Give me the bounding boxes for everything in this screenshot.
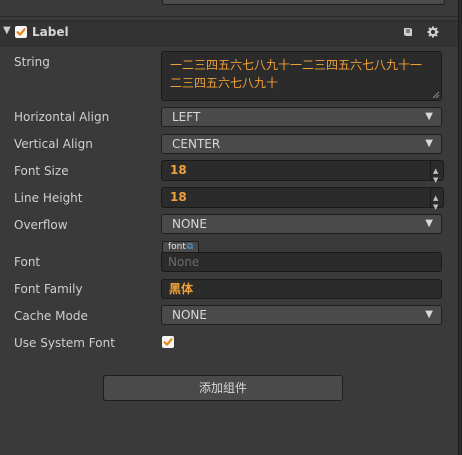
section-divider: [0, 16, 458, 17]
previous-component-field: [162, 0, 445, 5]
cache-mode-label: Cache Mode: [14, 309, 88, 323]
string-textarea[interactable]: 一二三四五六七八九十一二三四五六七八九十一二三四五六七八九十: [161, 51, 442, 101]
resize-grip-icon[interactable]: [432, 91, 440, 99]
scrollbar-track[interactable]: [458, 0, 462, 455]
font-family-value: 黑体: [169, 282, 194, 296]
line-height-input[interactable]: 18 ▲ ▼: [161, 187, 444, 211]
font-size-stepper[interactable]: ▲ ▼: [430, 161, 443, 184]
font-label: Font: [14, 255, 41, 269]
use-system-font-checkbox[interactable]: [162, 336, 174, 348]
vertical-align-label: Vertical Align: [14, 137, 93, 151]
font-asset-type: font: [168, 242, 186, 252]
component-title: Label: [32, 25, 69, 39]
overflow-label: Overflow: [14, 218, 68, 232]
overflow-value: NONE: [172, 217, 207, 231]
string-label: String: [14, 55, 50, 69]
overflow-select[interactable]: NONE ▼: [161, 214, 442, 234]
font-asset-value: None: [168, 255, 200, 269]
line-height-value: 18: [170, 190, 187, 204]
line-height-stepper[interactable]: ▲ ▼: [430, 188, 443, 211]
cache-mode-select[interactable]: NONE ▼: [161, 305, 442, 325]
font-size-value: 18: [170, 163, 187, 177]
triangle-down-icon: ▼: [425, 309, 433, 320]
triangle-down-icon[interactable]: ▼: [3, 25, 11, 36]
add-component-button[interactable]: 添加组件: [103, 375, 343, 401]
cache-mode-value: NONE: [172, 308, 207, 322]
book-icon[interactable]: [401, 25, 415, 39]
triangle-down-icon: ▼: [425, 218, 433, 229]
font-asset-field[interactable]: None: [161, 252, 442, 272]
font-size-label: Font Size: [14, 164, 69, 178]
triangle-down-icon: ▼: [425, 138, 433, 149]
component-enabled-checkbox[interactable]: [15, 26, 27, 38]
string-value: 一二三四五六七八九十一二三四五六七八九十一二三四五六七八九十: [170, 58, 423, 90]
external-link-icon[interactable]: ⧉: [187, 242, 193, 252]
horizontal-align-value: LEFT: [172, 110, 201, 124]
font-family-input[interactable]: 黑体: [161, 279, 442, 299]
font-size-input[interactable]: 18 ▲ ▼: [161, 160, 444, 184]
font-family-label: Font Family: [14, 282, 83, 296]
line-height-label: Line Height: [14, 191, 83, 205]
horizontal-align-select[interactable]: LEFT ▼: [161, 107, 442, 127]
use-system-font-label: Use System Font: [14, 336, 115, 350]
component-header[interactable]: ▼ Label: [0, 20, 458, 46]
vertical-align-value: CENTER: [172, 137, 221, 151]
triangle-down-icon: ▼: [425, 111, 433, 122]
vertical-align-select[interactable]: CENTER ▼: [161, 134, 442, 154]
gear-icon[interactable]: [426, 25, 440, 39]
horizontal-align-label: Horizontal Align: [14, 110, 110, 124]
